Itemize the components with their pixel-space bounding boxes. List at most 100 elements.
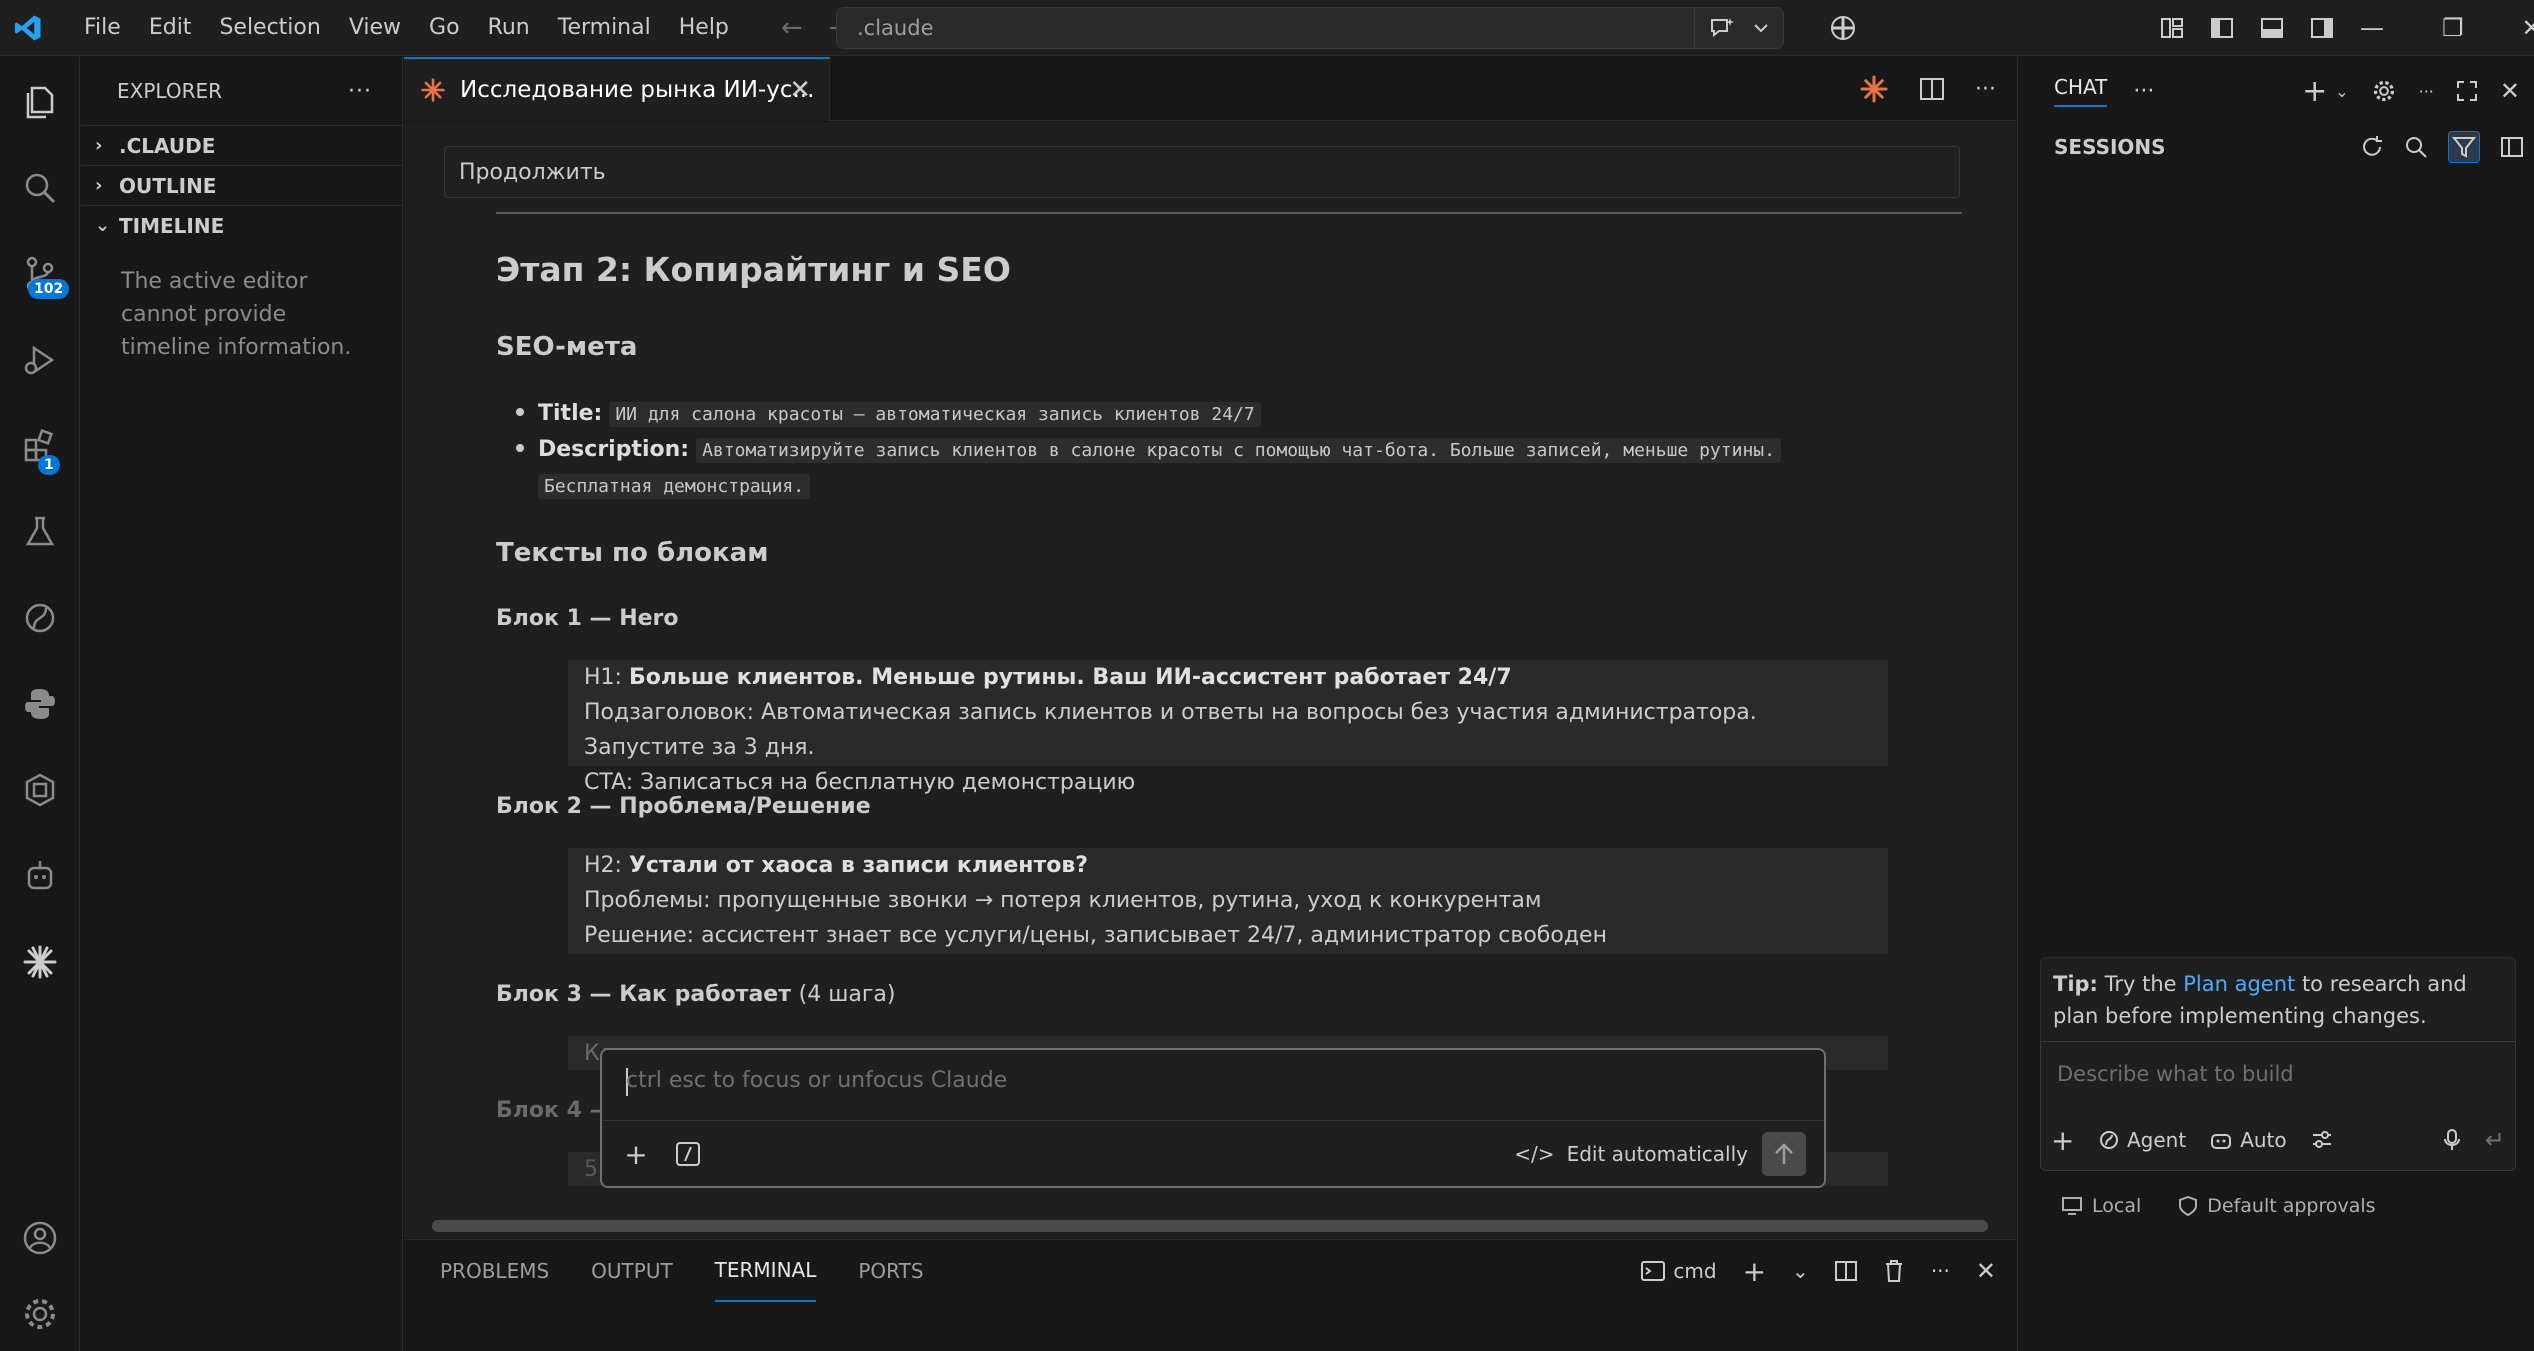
- chevron-right-icon: ›: [95, 135, 103, 156]
- copilot-icon[interactable]: [1830, 15, 1856, 41]
- new-chat-icon[interactable]: +: [2302, 74, 2327, 109]
- slash-command-icon[interactable]: [668, 1134, 708, 1174]
- block2-solution: Решение: ассистент знает все услуги/цены…: [584, 923, 1607, 948]
- chevron-down-icon[interactable]: [1753, 22, 1769, 34]
- gear-icon[interactable]: [2371, 78, 2397, 104]
- claude-icon[interactable]: [0, 927, 80, 997]
- more-actions-icon[interactable]: ···: [1931, 1259, 1950, 1283]
- add-context-icon[interactable]: +: [2051, 1124, 2079, 1157]
- more-actions-icon[interactable]: ···: [2419, 82, 2434, 101]
- plan-agent-link[interactable]: Plan agent: [2183, 972, 2295, 996]
- terminal-shell-selector[interactable]: cmd: [1641, 1259, 1717, 1283]
- continue-bar[interactable]: Продолжить: [444, 146, 1960, 198]
- claude-prompt-box[interactable]: ctrl esc to focus or unfocus Claude + </…: [600, 1048, 1826, 1188]
- source-control-icon[interactable]: 102: [0, 239, 80, 309]
- title-bar: File Edit Selection View Go Run Terminal…: [0, 0, 2534, 56]
- back-arrow-icon[interactable]: ←: [781, 13, 803, 43]
- testing-icon[interactable]: [0, 497, 80, 567]
- menu-go[interactable]: Go: [415, 0, 474, 56]
- section-claude-folder[interactable]: › .CLAUDE: [81, 125, 402, 165]
- microphone-icon[interactable]: [2443, 1128, 2461, 1152]
- send-arrow-icon[interactable]: ↵: [2485, 1126, 2505, 1154]
- new-terminal-icon[interactable]: +: [1743, 1255, 1766, 1288]
- edit-mode-toggle[interactable]: </> Edit automatically: [1514, 1134, 1748, 1174]
- section-timeline[interactable]: ⌄ TIMELINE: [81, 205, 402, 245]
- tab-chat[interactable]: CHAT: [2054, 75, 2108, 107]
- minimize-icon[interactable]: —: [2360, 14, 2384, 42]
- claude-prompt-placeholder[interactable]: ctrl esc to focus or unfocus Claude: [626, 1068, 1007, 1093]
- tab-market-research[interactable]: Исследование рынка ИИ-ус... ✕: [404, 57, 830, 121]
- tip-banner: Tip: Try the Plan agent to research and …: [2040, 957, 2516, 1043]
- shell-name: cmd: [1673, 1259, 1717, 1283]
- run-debug-icon[interactable]: [0, 325, 80, 395]
- chat-input-placeholder[interactable]: Describe what to build: [2057, 1062, 2294, 1086]
- approvals-label: Default approvals: [2207, 1195, 2376, 1217]
- close-window-icon[interactable]: ✕: [2522, 14, 2534, 42]
- search-icon[interactable]: [2404, 135, 2428, 159]
- layout-customize-icon[interactable]: [2160, 16, 2184, 40]
- tab-problems[interactable]: PROBLEMS: [440, 1240, 549, 1302]
- robot-icon[interactable]: [0, 841, 80, 911]
- chat-input-toolbar: + Agent Auto ↵: [2051, 1122, 2505, 1158]
- extensions-icon[interactable]: 1: [0, 411, 80, 481]
- toggle-sessions-sidebar-icon[interactable]: [2500, 135, 2524, 159]
- containers-icon[interactable]: [0, 755, 80, 825]
- chat-sparkle-icon[interactable]: [1709, 16, 1735, 40]
- menu-file[interactable]: File: [70, 0, 135, 56]
- extensions-badge: 1: [38, 455, 60, 475]
- vscode-logo-icon: [8, 8, 48, 48]
- menu-selection[interactable]: Selection: [205, 0, 334, 56]
- location-picker[interactable]: Local: [2062, 1195, 2141, 1217]
- chevron-down-icon[interactable]: ⌄: [1792, 1259, 1809, 1283]
- menu-help[interactable]: Help: [665, 0, 743, 56]
- chat-input-box[interactable]: Describe what to build + Agent Auto ↵: [2040, 1041, 2516, 1171]
- send-button[interactable]: [1762, 1132, 1806, 1176]
- more-actions-icon[interactable]: ···: [1975, 77, 1996, 102]
- h1-text: Больше клиентов. Меньше рутины. Ваш ИИ-а…: [628, 665, 1512, 690]
- toggle-secondary-sidebar-icon[interactable]: [2310, 16, 2334, 40]
- refresh-icon[interactable]: [2360, 135, 2384, 159]
- description-continuation: Бесплатная демонстрация.: [538, 468, 811, 505]
- account-icon[interactable]: [0, 1203, 80, 1273]
- menu-terminal[interactable]: Terminal: [544, 0, 665, 56]
- close-icon[interactable]: ✕: [2500, 77, 2520, 105]
- explorer-icon[interactable]: [0, 67, 80, 137]
- claude-action-icon[interactable]: [1859, 74, 1889, 104]
- restore-icon[interactable]: ❐: [2442, 14, 2464, 42]
- tools-config-icon[interactable]: [2311, 1130, 2333, 1150]
- tab-ports[interactable]: PORTS: [858, 1240, 923, 1302]
- tip-label: Tip:: [2053, 972, 2098, 996]
- close-tab-icon[interactable]: ✕: [789, 75, 811, 105]
- filter-icon[interactable]: [2448, 131, 2480, 163]
- trash-icon[interactable]: [1883, 1259, 1905, 1283]
- chat-more-icon[interactable]: ···: [2133, 79, 2154, 104]
- activity-bar: 102 1: [0, 57, 80, 1351]
- remote-explorer-icon[interactable]: [0, 583, 80, 653]
- maximize-icon[interactable]: [2456, 80, 2478, 102]
- search-icon[interactable]: [0, 153, 80, 223]
- close-panel-icon[interactable]: ✕: [1976, 1257, 1996, 1285]
- split-terminal-icon[interactable]: [1834, 1260, 1857, 1282]
- command-center[interactable]: .claude: [836, 7, 1784, 49]
- tab-output[interactable]: OUTPUT: [591, 1240, 673, 1302]
- toggle-panel-icon[interactable]: [2260, 16, 2284, 40]
- sidebar-title: EXPLORER: [117, 79, 222, 103]
- horizontal-scrollbar[interactable]: [432, 1220, 1988, 1232]
- menu-edit[interactable]: Edit: [135, 0, 206, 56]
- add-context-icon[interactable]: +: [616, 1134, 656, 1174]
- model-picker[interactable]: Auto: [2210, 1128, 2287, 1152]
- layout-controls: [2160, 0, 2334, 56]
- more-actions-icon[interactable]: ···: [348, 79, 372, 104]
- agent-mode-picker[interactable]: Agent: [2099, 1128, 2186, 1152]
- settings-gear-icon[interactable]: [0, 1279, 80, 1349]
- menu-run[interactable]: Run: [474, 0, 544, 56]
- menu-view[interactable]: View: [335, 0, 415, 56]
- approvals-picker[interactable]: Default approvals: [2179, 1195, 2376, 1217]
- section-label: .CLAUDE: [119, 133, 216, 158]
- split-editor-icon[interactable]: [1919, 76, 1945, 102]
- section-outline[interactable]: › OUTLINE: [81, 165, 402, 205]
- chevron-down-icon[interactable]: ⌄: [2335, 82, 2348, 101]
- tab-terminal[interactable]: TERMINAL: [714, 1240, 817, 1302]
- toggle-primary-sidebar-icon[interactable]: [2210, 16, 2234, 40]
- python-icon[interactable]: [0, 669, 80, 739]
